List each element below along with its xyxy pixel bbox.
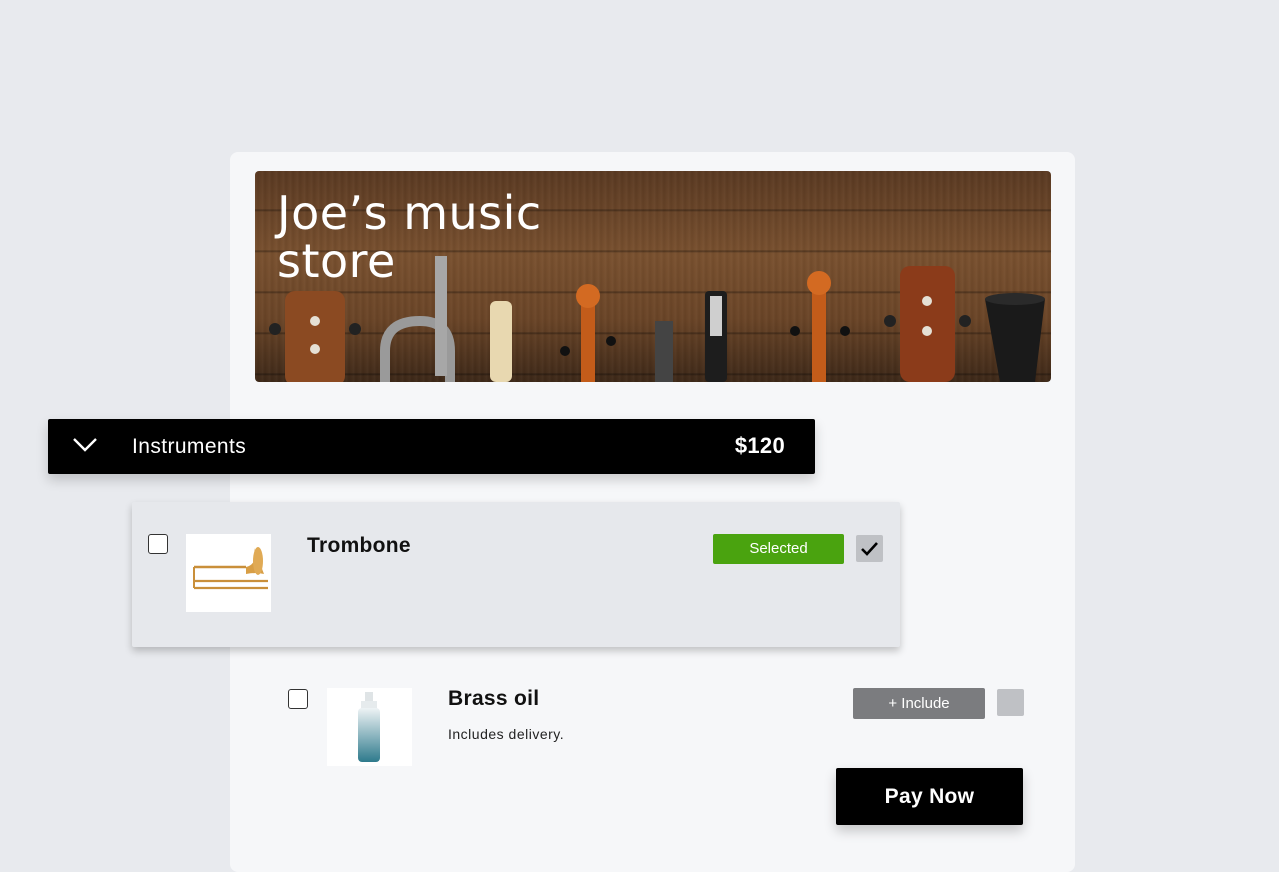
include-checkbox[interactable]	[997, 689, 1024, 716]
item-checkbox[interactable]	[288, 689, 308, 709]
store-title: Joe’s music store	[277, 186, 542, 288]
status-badge: Selected	[713, 534, 844, 564]
selected-checkbox[interactable]	[856, 535, 883, 562]
pay-now-button[interactable]: Pay Now	[836, 768, 1023, 825]
chevron-down-icon[interactable]	[72, 436, 98, 459]
list-item-trombone[interactable]: Trombone Selected	[132, 502, 900, 647]
item-description: Includes delivery.	[448, 726, 565, 742]
item-name: Brass oil	[448, 687, 540, 710]
category-total: $120	[734, 433, 785, 458]
item-checkbox[interactable]	[148, 534, 168, 554]
include-button[interactable]: + Include	[853, 688, 985, 719]
category-header-instruments[interactable]: Instruments $120	[48, 419, 815, 474]
list-item-brass-oil[interactable]: Brass oil Includes delivery. + Include	[230, 665, 1075, 775]
brass-oil-image	[327, 688, 412, 766]
check-icon	[861, 542, 878, 556]
store-banner: Joe’s music store	[255, 171, 1051, 382]
item-name: Trombone	[307, 534, 411, 557]
category-label: Instruments	[132, 435, 247, 458]
trombone-image	[186, 534, 271, 612]
